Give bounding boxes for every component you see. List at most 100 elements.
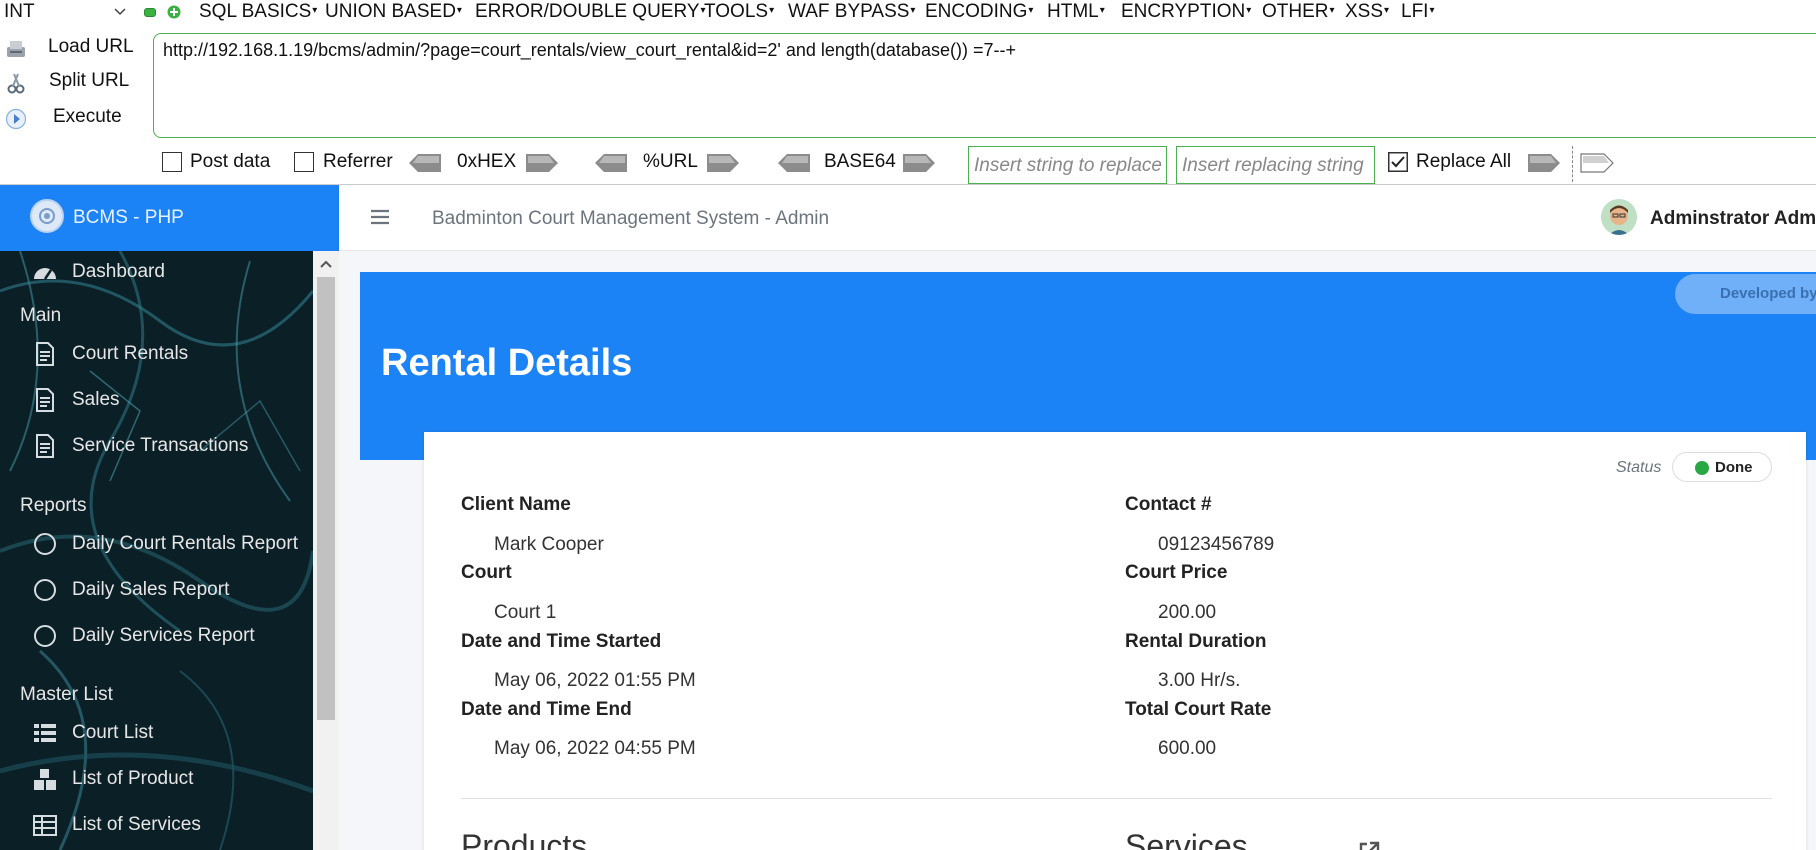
sidebar-item-list-of-product[interactable]: List of Product (28, 763, 313, 795)
brand-link[interactable]: BCMS - PHP (0, 185, 339, 251)
circle-icon (34, 533, 56, 555)
post-data-label: Post data (190, 151, 271, 172)
shuttlecock-icon (39, 208, 55, 224)
circle-icon (34, 625, 56, 647)
contact-label: Contact # (1125, 494, 1212, 515)
rental-duration-label: Rental Duration (1125, 631, 1267, 652)
hex-decode-arrow-icon[interactable] (408, 153, 442, 173)
divider (1572, 146, 1573, 182)
load-url-icon (7, 41, 25, 57)
injection-type-value: INT (4, 1, 35, 22)
file-icon (36, 342, 54, 366)
rental-details-card: Status Done Client Name Mark Cooper Cont… (424, 432, 1806, 850)
main-content: Developed by ore Rental Details Status D… (339, 251, 1816, 850)
status-label: Status (1616, 459, 1662, 476)
court-price-label: Court Price (1125, 562, 1228, 583)
products-heading: Products (461, 828, 588, 850)
replace-right-arrow-icon[interactable] (1580, 153, 1614, 173)
url-textarea[interactable]: http://192.168.1.19/bcms/admin/?page=cou… (153, 33, 1816, 138)
base64-encode-arrow-icon[interactable] (902, 153, 936, 173)
sidebar-item-dashboard[interactable]: Dashboard (28, 256, 313, 288)
court-price-value: 200.00 (1158, 602, 1217, 623)
sidebar-item-court-list[interactable]: Court List (28, 717, 313, 749)
execute-button[interactable]: Execute (0, 102, 150, 136)
hex-encode-arrow-icon[interactable] (525, 153, 559, 173)
replace-left-arrow-icon[interactable] (1527, 153, 1561, 173)
services-heading: Services (1125, 828, 1248, 850)
replacing-string-input[interactable]: Insert replacing string (1176, 146, 1375, 184)
court-label: Court (461, 562, 512, 583)
court-value: Court 1 (494, 602, 557, 623)
menu-encoding[interactable]: ENCODING▾ (925, 1, 1033, 23)
play-icon (5, 108, 27, 130)
menu-sql-basics[interactable]: SQL BASICS▾ (199, 1, 317, 23)
referrer-checkbox[interactable] (294, 152, 314, 172)
admin-app: BCMS - PHP Dashboard Main Court Rentals (0, 185, 1816, 850)
contact-value: 09123456789 (1158, 534, 1275, 555)
menu-xss[interactable]: XSS▾ (1345, 1, 1389, 23)
sidebar-item-court-rentals[interactable]: Court Rentals (28, 338, 313, 370)
developed-by-badge: Developed by ore (1675, 274, 1816, 314)
boxes-icon (34, 769, 56, 790)
menu-waf-bypass[interactable]: WAF BYPASS▾ (788, 1, 915, 23)
date-started-value: May 06, 2022 01:55 PM (494, 670, 696, 691)
sidebar-item-sales[interactable]: Sales (28, 384, 313, 416)
user-avatar-icon (1601, 199, 1637, 235)
replace-all-checkbox[interactable] (1388, 152, 1408, 172)
url-encode-label: %URL (643, 151, 698, 172)
injection-type-select[interactable]: INT (4, 1, 128, 24)
load-url-button[interactable]: Load URL (0, 32, 150, 66)
url-encode-arrow-icon[interactable] (706, 153, 740, 173)
hackbar-menu-row: INT SQL BASICS▾ UNION BASED▾ ERROR/DOUBL… (0, 0, 1816, 25)
menu-lfi[interactable]: LFI▾ (1401, 1, 1434, 23)
client-name-value: Mark Cooper (494, 534, 604, 555)
menu-encryption[interactable]: ENCRYPTION▾ (1121, 1, 1251, 23)
scrollbar-thumb[interactable] (317, 277, 335, 720)
replace-all-label: Replace All (1416, 151, 1512, 172)
menu-html[interactable]: HTML▾ (1047, 1, 1105, 23)
menu-tools[interactable]: TOOLS▾ (704, 1, 774, 23)
menu-other[interactable]: OTHER▾ (1262, 1, 1335, 23)
list-icon (34, 724, 56, 742)
status-badge: Done (1672, 452, 1772, 482)
sidebar-item-daily-services-report[interactable]: Daily Services Report (28, 620, 313, 652)
sidebar-item-daily-court-rentals-report[interactable]: Daily Court Rentals Report (28, 528, 313, 560)
external-link-icon[interactable] (1357, 840, 1381, 850)
dashboard-gauge-icon (34, 268, 56, 280)
minus-icon[interactable] (144, 8, 156, 17)
base64-decode-arrow-icon[interactable] (777, 153, 811, 173)
post-data-checkbox[interactable] (162, 152, 182, 172)
url-text: http://192.168.1.19/bcms/admin/?page=cou… (163, 40, 1016, 60)
user-name[interactable]: Adminstrator Adm (1650, 208, 1816, 230)
plus-icon[interactable] (167, 5, 181, 19)
url-decode-arrow-icon[interactable] (594, 153, 628, 173)
sidebar-item-list-of-services[interactable]: List of Services (28, 809, 313, 841)
status-dot-icon (1695, 461, 1709, 475)
client-name-label: Client Name (461, 494, 571, 515)
replace-string-input[interactable]: Insert string to replace (968, 146, 1167, 184)
sidebar-scrollbar[interactable] (313, 251, 339, 850)
split-url-button[interactable]: Split URL (0, 66, 150, 100)
file-icon (36, 388, 54, 412)
total-court-rate-label: Total Court Rate (1125, 699, 1272, 720)
brand-logo (30, 199, 64, 233)
sidebar-header-main: Main (20, 305, 62, 326)
top-navbar: Badminton Court Management System - Admi… (339, 185, 1816, 251)
sidebar-header-reports: Reports (20, 495, 87, 516)
sidebar-item-service-transactions[interactable]: Service Transactions (28, 430, 313, 462)
menu-union-based[interactable]: UNION BASED▾ (325, 1, 462, 23)
date-started-label: Date and Time Started (461, 631, 662, 652)
hex-label: 0xHEX (457, 151, 517, 172)
chevron-down-icon (114, 8, 126, 16)
hackbar-options-row: Post data Referrer 0xHEX %URL BASE64 Ins… (0, 146, 1816, 184)
scroll-up-arrow-icon[interactable] (320, 260, 332, 268)
menu-error-double-query[interactable]: ERROR/DOUBLE QUERY▾ (475, 1, 706, 23)
brand-name: BCMS - PHP (73, 207, 184, 228)
base64-label: BASE64 (824, 151, 896, 172)
referrer-label: Referrer (323, 151, 393, 172)
sidebar-item-daily-sales-report[interactable]: Daily Sales Report (28, 574, 313, 606)
total-court-rate-value: 600.00 (1158, 738, 1217, 759)
hamburger-menu-icon[interactable] (371, 209, 389, 225)
rental-duration-value: 3.00 Hr/s. (1158, 670, 1241, 691)
avatar[interactable] (1601, 199, 1637, 235)
